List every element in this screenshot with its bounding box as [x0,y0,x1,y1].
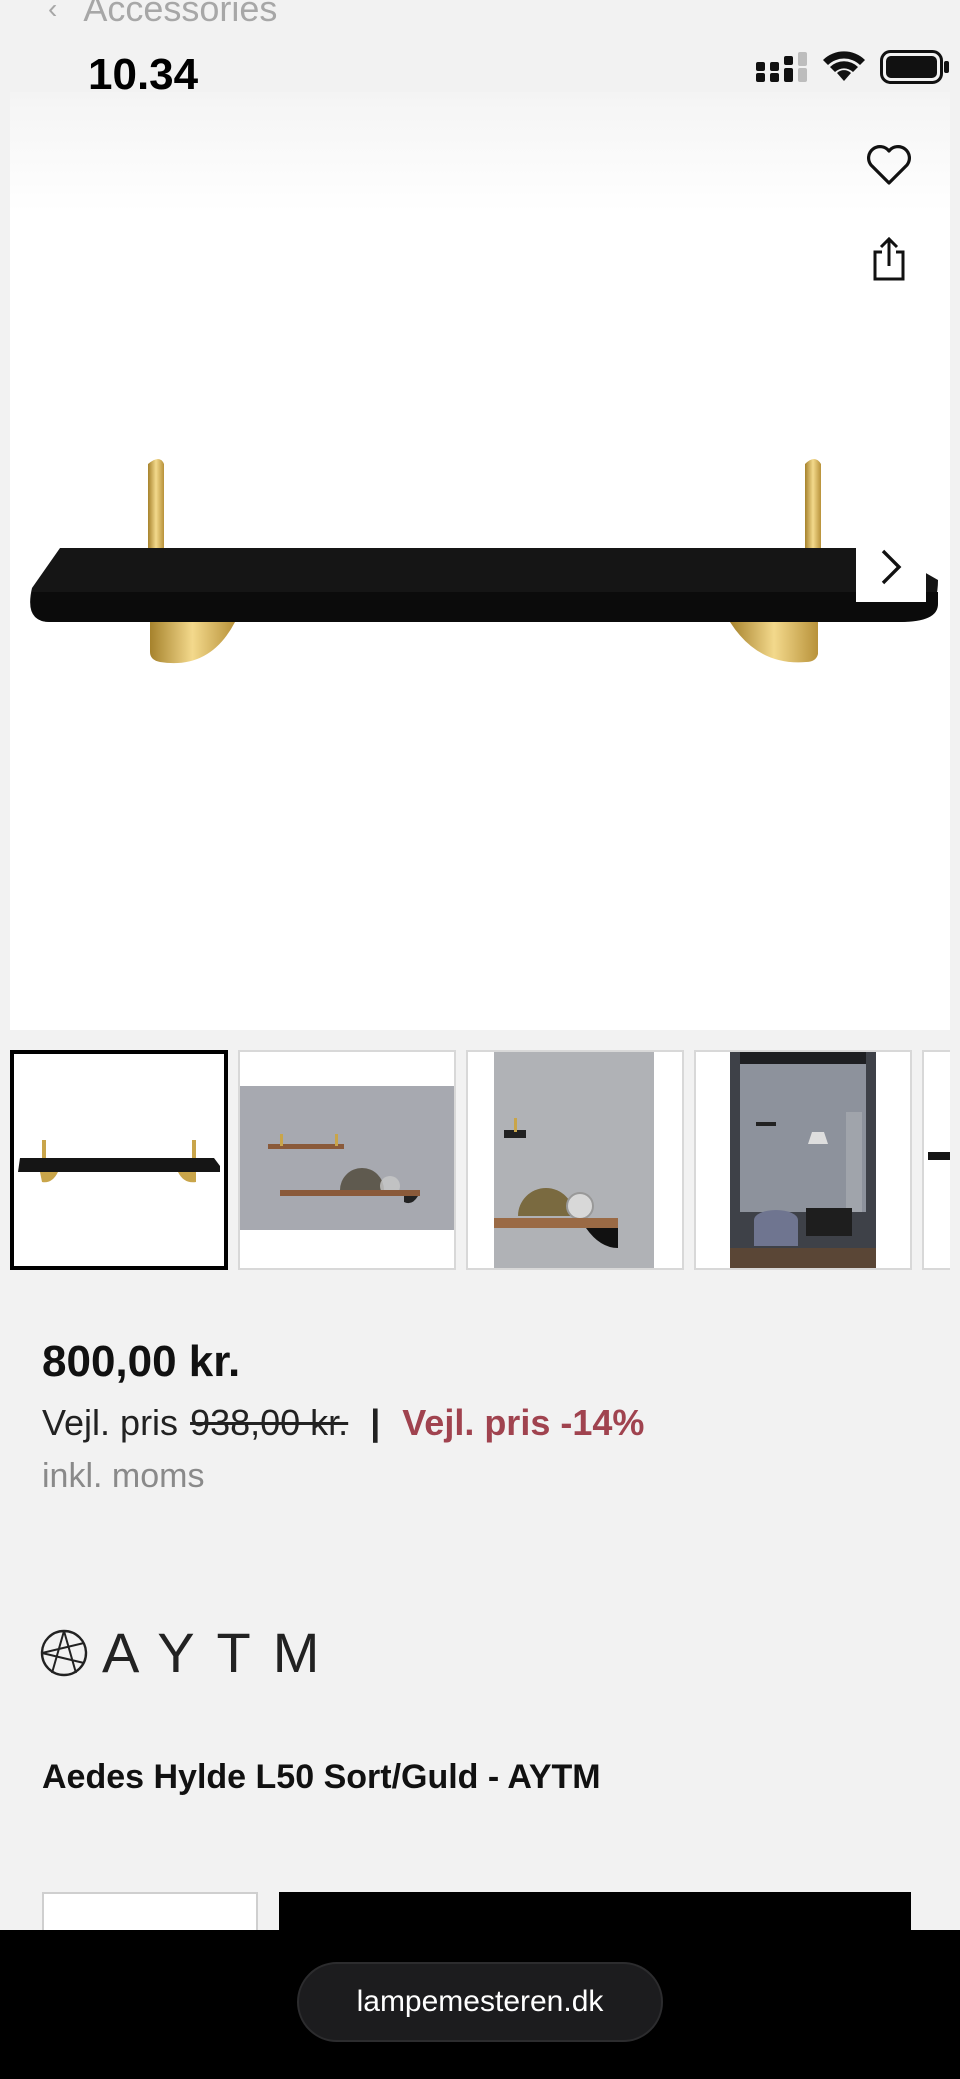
product-photo-shelf [30,459,939,664]
product-title: Aedes Hylde L50 Sort/Guld - AYTM [42,1758,601,1796]
vat-note: inkl. moms [42,1457,205,1495]
thumbnail-5[interactable] [922,1050,950,1270]
favorite-button[interactable] [854,130,924,200]
url-text: lampemesteren.dk [356,1985,604,2018]
share-button[interactable] [854,224,924,294]
thumbnail-strip[interactable] [10,1050,950,1270]
thumb-shelf-closeup [468,1052,682,1268]
thumb-shelves-wall [240,1052,454,1268]
status-bar: 10.34 [0,0,960,99]
reference-old-price: 938,00 kr. [190,1402,349,1443]
url-bar[interactable]: lampemesteren.dk [297,1962,663,2042]
reference-price-line: Vejl. pris 938,00 kr. | Vejl. pris -14% [42,1402,644,1444]
brand-logo[interactable]: AYTM [40,1620,341,1685]
thumbnail-2[interactable] [238,1050,456,1270]
product-price: 800,00 kr. [42,1337,241,1386]
chevron-right-icon [881,549,902,585]
product-image-carousel[interactable] [10,92,950,1030]
next-image-button[interactable] [856,532,926,602]
price-separator: | [370,1402,381,1443]
thumbnail-3[interactable] [466,1050,684,1270]
browser-bottom-bar: lampemesteren.dk [0,1930,960,2079]
status-icons [756,50,950,84]
thumb-partial [924,1052,950,1268]
thumb-shelf-white [14,1054,224,1266]
battery-icon [880,50,949,84]
thumb-room-scene [696,1052,910,1268]
heart-icon [867,145,911,185]
discount-text: Vejl. pris -14% [402,1402,645,1443]
wifi-icon [823,51,865,81]
thumbnail-1[interactable] [10,1050,228,1270]
share-icon [873,236,905,281]
reference-price-label: Vejl. pris [42,1402,179,1443]
thumbnail-4[interactable] [694,1050,912,1270]
brand-name: AYTM [102,1621,342,1684]
signal-icon [756,52,807,82]
aytm-logo-icon [40,1629,88,1676]
